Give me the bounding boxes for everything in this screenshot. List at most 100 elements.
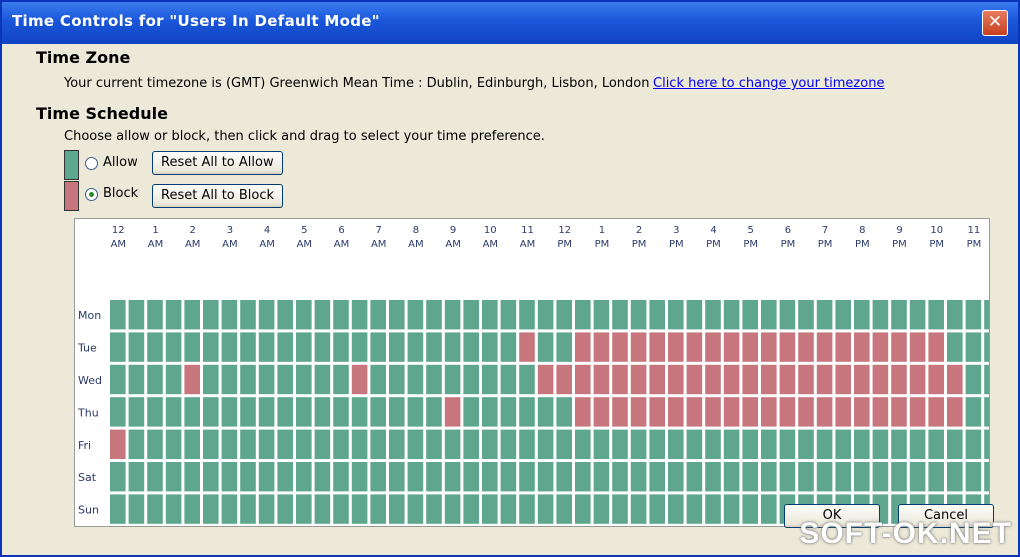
time-slot-cell[interactable] <box>482 364 498 395</box>
time-slot-cell[interactable] <box>668 462 684 492</box>
time-slot-cell[interactable] <box>426 494 442 524</box>
time-slot-cell[interactable] <box>426 364 442 395</box>
time-slot-cell[interactable] <box>351 494 368 524</box>
time-slot-cell[interactable] <box>593 364 610 395</box>
time-slot-cell[interactable] <box>668 300 684 330</box>
time-slot-cell[interactable] <box>463 494 479 524</box>
time-slot-cell[interactable] <box>165 494 182 524</box>
time-slot-cell[interactable] <box>705 462 721 492</box>
time-slot-cell[interactable] <box>835 332 851 362</box>
allow-radio[interactable] <box>85 157 98 170</box>
time-slot-cell[interactable] <box>965 364 982 395</box>
time-slot-cell[interactable] <box>537 332 554 362</box>
time-slot-cell[interactable] <box>296 300 312 330</box>
time-slot-cell[interactable] <box>426 462 442 492</box>
time-slot-cell[interactable] <box>686 300 703 330</box>
time-slot-cell[interactable] <box>184 332 200 362</box>
time-slot-cell[interactable] <box>575 462 591 492</box>
time-slot-cell[interactable] <box>519 300 535 330</box>
time-slot-cell[interactable] <box>463 332 479 362</box>
time-slot-cell[interactable] <box>761 462 777 492</box>
time-slot-cell[interactable] <box>872 462 889 492</box>
time-slot-cell[interactable] <box>612 429 628 459</box>
time-slot-cell[interactable] <box>872 429 889 459</box>
time-slot-cell[interactable] <box>835 300 851 330</box>
time-slot-cell[interactable] <box>686 429 703 459</box>
time-slot-cell[interactable] <box>463 397 479 427</box>
time-slot-cell[interactable] <box>128 332 145 362</box>
time-slot-cell[interactable] <box>686 462 703 492</box>
time-slot-cell[interactable] <box>872 397 889 427</box>
time-slot-cell[interactable] <box>128 429 145 459</box>
time-slot-cell[interactable] <box>686 397 703 427</box>
time-slot-cell[interactable] <box>742 364 758 395</box>
time-slot-cell[interactable] <box>816 462 833 492</box>
time-slot-cell[interactable] <box>203 429 219 459</box>
time-slot-cell[interactable] <box>147 364 163 395</box>
time-slot-cell[interactable] <box>500 397 517 427</box>
time-slot-cell[interactable] <box>891 332 907 362</box>
change-timezone-link[interactable]: Click here to change your timezone <box>653 76 884 91</box>
time-slot-cell[interactable] <box>463 429 479 459</box>
time-slot-cell[interactable] <box>482 300 498 330</box>
time-slot-cell[interactable] <box>965 429 982 459</box>
time-slot-cell[interactable] <box>110 300 126 330</box>
time-slot-cell[interactable] <box>314 364 331 395</box>
time-slot-cell[interactable] <box>556 332 572 362</box>
time-slot-cell[interactable] <box>351 300 368 330</box>
time-slot-cell[interactable] <box>389 462 405 492</box>
time-slot-cell[interactable] <box>798 397 814 427</box>
time-slot-cell[interactable] <box>742 494 758 524</box>
time-slot-cell[interactable] <box>277 332 293 362</box>
time-slot-cell[interactable] <box>686 364 703 395</box>
time-slot-cell[interactable] <box>444 300 461 330</box>
time-slot-cell[interactable] <box>723 494 740 524</box>
reset-all-block-button[interactable]: Reset All to Block <box>152 184 284 208</box>
time-slot-cell[interactable] <box>426 429 442 459</box>
time-slot-cell[interactable] <box>370 332 386 362</box>
time-slot-cell[interactable] <box>500 462 517 492</box>
time-slot-cell[interactable] <box>258 332 275 362</box>
time-slot-cell[interactable] <box>779 397 796 427</box>
time-slot-cell[interactable] <box>351 332 368 362</box>
time-slot-cell[interactable] <box>928 397 944 427</box>
time-slot-cell[interactable] <box>370 364 386 395</box>
time-slot-cell[interactable] <box>798 300 814 330</box>
time-slot-cell[interactable] <box>351 462 368 492</box>
time-slot-cell[interactable] <box>203 300 219 330</box>
time-slot-cell[interactable] <box>407 429 424 459</box>
time-slot-cell[interactable] <box>909 300 926 330</box>
time-slot-cell[interactable] <box>110 332 126 362</box>
time-slot-cell[interactable] <box>203 494 219 524</box>
time-slot-cell[interactable] <box>277 494 293 524</box>
time-slot-cell[interactable] <box>723 397 740 427</box>
time-slot-cell[interactable] <box>742 462 758 492</box>
time-slot-cell[interactable] <box>854 462 870 492</box>
time-slot-cell[interactable] <box>723 300 740 330</box>
time-slot-cell[interactable] <box>630 494 647 524</box>
time-slot-cell[interactable] <box>575 300 591 330</box>
time-slot-cell[interactable] <box>221 332 238 362</box>
time-slot-cell[interactable] <box>575 494 591 524</box>
time-slot-cell[interactable] <box>221 429 238 459</box>
time-slot-cell[interactable] <box>593 332 610 362</box>
time-slot-cell[interactable] <box>258 364 275 395</box>
time-slot-cell[interactable] <box>947 332 963 362</box>
time-slot-cell[interactable] <box>965 397 982 427</box>
time-slot-cell[interactable] <box>761 364 777 395</box>
time-slot-cell[interactable] <box>928 300 944 330</box>
time-slot-cell[interactable] <box>649 300 665 330</box>
time-slot-cell[interactable] <box>668 397 684 427</box>
time-slot-cell[interactable] <box>872 300 889 330</box>
time-slot-cell[interactable] <box>444 494 461 524</box>
time-slot-cell[interactable] <box>742 397 758 427</box>
time-slot-cell[interactable] <box>351 397 368 427</box>
time-slot-cell[interactable] <box>928 332 944 362</box>
time-slot-cell[interactable] <box>128 397 145 427</box>
time-slot-cell[interactable] <box>444 397 461 427</box>
time-slot-cell[interactable] <box>370 397 386 427</box>
time-slot-cell[interactable] <box>575 397 591 427</box>
time-slot-cell[interactable] <box>184 397 200 427</box>
time-slot-cell[interactable] <box>537 462 554 492</box>
time-slot-cell[interactable] <box>612 494 628 524</box>
